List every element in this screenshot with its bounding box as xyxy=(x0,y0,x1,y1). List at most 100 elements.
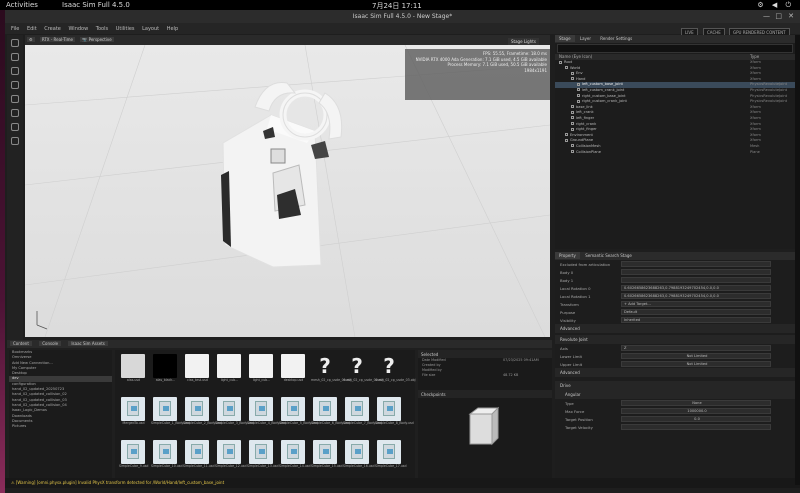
status-bar: ⚠ [Warning] [omni.physx.plugin] Invalid … xyxy=(5,478,800,488)
warning-message[interactable]: ⚠ [Warning] [omni.physx.plugin] Invalid … xyxy=(11,480,224,485)
property-value[interactable]: 0.6026658623688263,0.7988193249702454,0.… xyxy=(621,293,771,299)
menu-create[interactable]: Create xyxy=(44,26,61,32)
file-item[interactable]: MergedTo.usd xyxy=(119,381,148,425)
menu-utilities[interactable]: Utilities xyxy=(116,26,135,32)
drive-value[interactable]: 0.0 xyxy=(621,416,771,422)
file-item[interactable]: SimpleCube_9.usd xyxy=(119,424,148,468)
file-item[interactable]: SimpleCube_11.usd xyxy=(183,424,214,468)
menu-edit[interactable]: Edit xyxy=(27,26,37,32)
property-value[interactable]: + Add Target... xyxy=(621,301,771,307)
maximize-icon[interactable]: □ xyxy=(775,12,782,20)
upper-limit-field[interactable]: Not Limited xyxy=(621,361,771,367)
menu-tools[interactable]: Tools xyxy=(96,26,108,32)
file-item[interactable]: SimpleCube_16.usd xyxy=(343,424,374,468)
usd-file-icon xyxy=(217,440,241,464)
folder-item[interactable]: Pictures xyxy=(9,424,112,429)
select-tool-icon[interactable] xyxy=(11,39,19,47)
prim-name: World xyxy=(570,65,581,70)
file-item[interactable]: SimpleCube_17.usd xyxy=(375,424,406,468)
stop-icon[interactable] xyxy=(11,137,19,145)
window-scrollbar[interactable] xyxy=(795,35,800,485)
property-value[interactable] xyxy=(621,277,771,283)
tab-property[interactable]: Property xyxy=(555,252,580,259)
system-tray[interactable]: ⚙ ◀ ⏻ xyxy=(757,1,794,10)
close-icon[interactable]: ✕ xyxy=(788,12,794,20)
file-item[interactable]: SimpleCube_8_Body.usd xyxy=(375,381,414,425)
file-item[interactable]: ? mesh_02_cp_usde_01.obj xyxy=(311,338,352,382)
tab-layer[interactable]: Layer xyxy=(576,35,595,42)
prim-icon xyxy=(577,82,580,86)
tab-isaac-assets[interactable]: Isaac Sim Assets xyxy=(68,341,108,346)
drive-value[interactable] xyxy=(621,424,771,430)
drive-value[interactable]: 1000000.0 xyxy=(621,408,771,414)
section-advanced-2[interactable]: Advanced xyxy=(555,368,795,377)
file-item[interactable]: SimpleCube_2_Body.usd xyxy=(183,381,222,425)
file-item[interactable]: SimpleCube_13.usd xyxy=(247,424,278,468)
scale-tool-icon[interactable] xyxy=(11,81,19,89)
column-name[interactable]: Name (Eye Icon) xyxy=(559,54,592,59)
menu-file[interactable]: File xyxy=(11,26,19,32)
camera-button[interactable]: 📷 Perspective xyxy=(80,37,114,42)
render-mode-button[interactable]: RTX - Real-Time xyxy=(39,37,76,42)
usd-file-icon xyxy=(153,354,177,378)
file-item[interactable]: SimpleCube_1_Body.usd xyxy=(151,381,190,425)
minimize-icon[interactable]: — xyxy=(763,12,770,20)
section-advanced[interactable]: Advanced xyxy=(555,324,795,333)
file-item[interactable]: SimpleCube_3_Body.usd xyxy=(215,381,254,425)
move-tool-icon[interactable] xyxy=(11,53,19,61)
file-item[interactable]: SimpleCube_14.usd xyxy=(279,424,311,468)
column-type[interactable]: Type xyxy=(750,54,759,59)
file-item[interactable]: desktop.usd xyxy=(279,338,308,382)
prim-icon xyxy=(565,66,568,70)
stage-search-input[interactable] xyxy=(557,44,793,53)
menu-window[interactable]: Window xyxy=(68,26,88,32)
viewport-settings-icon[interactable]: ⚙ xyxy=(27,37,35,42)
file-name: SimpleCube_14.usd xyxy=(279,464,311,468)
file-item[interactable]: SimpleCube_5_Body.usd xyxy=(279,381,318,425)
property-value[interactable] xyxy=(621,261,771,267)
file-item[interactable]: SimpleCube_4_Body.usd xyxy=(247,381,286,425)
prim-type: Plane xyxy=(750,149,760,154)
file-item[interactable]: alas_black... xyxy=(151,338,180,382)
file-item[interactable]: light_cub... xyxy=(215,338,244,382)
drive-value[interactable]: None xyxy=(621,400,771,406)
file-item[interactable]: SimpleCube_6_Body.usd xyxy=(311,381,350,425)
property-value[interactable] xyxy=(621,269,771,275)
viewport-toolbar-left xyxy=(7,35,23,345)
tab-semantic-search[interactable]: Semantic Search Stage xyxy=(581,252,636,259)
rotate-tool-icon[interactable] xyxy=(11,67,19,75)
tab-render-settings[interactable]: Render Settings xyxy=(596,35,636,42)
tab-console[interactable]: Console xyxy=(39,341,62,346)
stage-tree-row[interactable]: CollisionPlane Plane xyxy=(555,150,795,156)
property-value[interactable]: Inherited xyxy=(621,317,771,323)
file-item[interactable]: SimpleCube_15.usd xyxy=(311,424,342,468)
pause-icon[interactable] xyxy=(11,123,19,131)
stage-lights-button[interactable]: Stage Lights xyxy=(508,38,539,45)
file-item[interactable]: ? mesh_02_cp_usde_03.obj xyxy=(375,338,416,382)
menu-help[interactable]: Help xyxy=(167,26,178,32)
section-revolute-joint[interactable]: Revolute Joint xyxy=(555,335,795,344)
active-app-label[interactable]: Isaac Sim Full 4.5.0 xyxy=(62,1,130,9)
file-item[interactable]: ? mesh_02_cp_usde_02.obj xyxy=(343,338,384,382)
property-value[interactable]: 0.6026658623688263,0.7988193249702454,0.… xyxy=(621,285,771,291)
tab-stage[interactable]: Stage xyxy=(555,35,575,42)
section-angular[interactable]: Angular xyxy=(555,390,795,399)
axis-dropdown[interactable]: Z xyxy=(621,345,771,351)
section-drive[interactable]: Drive xyxy=(555,381,795,390)
prim-name: left_finger xyxy=(576,115,595,120)
file-item[interactable]: clas_test.usd xyxy=(183,338,212,382)
play-icon[interactable] xyxy=(11,109,19,117)
file-item[interactable]: SimpleCube_7_Body.usd xyxy=(343,381,382,425)
tab-content[interactable]: Content xyxy=(10,341,32,346)
snap-tool-icon[interactable] xyxy=(11,95,19,103)
file-item[interactable]: alas.usd xyxy=(119,338,148,382)
file-item[interactable]: light_cub... xyxy=(247,338,276,382)
usd-file-icon xyxy=(217,354,241,378)
file-item[interactable]: SimpleCube_10.usd xyxy=(151,424,182,468)
menu-layout[interactable]: Layout xyxy=(142,26,159,32)
checkpoints-header[interactable]: Checkpoints xyxy=(418,390,552,398)
lower-limit-field[interactable]: Not Limited xyxy=(621,353,771,359)
property-value[interactable]: Default xyxy=(621,309,771,315)
activities-button[interactable]: Activities xyxy=(6,1,38,9)
file-item[interactable]: SimpleCube_12.usd xyxy=(215,424,246,468)
